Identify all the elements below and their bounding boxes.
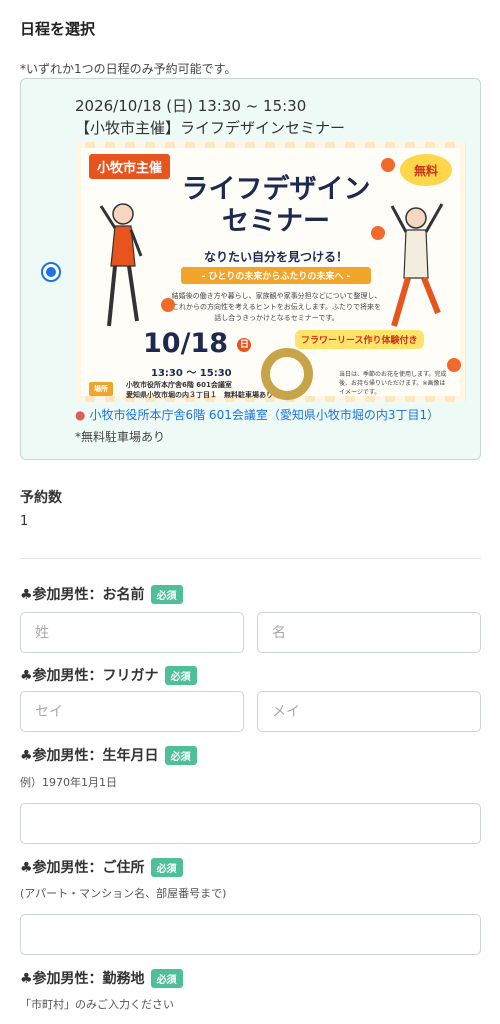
birthdate-input[interactable] <box>20 803 481 844</box>
required-badge: 必須 <box>164 745 197 765</box>
man-illustration <box>390 203 444 327</box>
kana-label: ♣参加男性：フリガナ 必須 <box>20 665 197 685</box>
schedule-option-card[interactable]: 2026/10/18 (日) 13:30 ~ 15:30 【小牧市主催】ライフデ… <box>20 78 481 460</box>
banner-headline-line1: ライフデザイン <box>181 174 371 205</box>
banner-day-badge: 日 <box>237 337 252 352</box>
banner-inner: 小牧市主催 無料 ライフデザイン セミナー なりたい自分を見つける！ - ひとり… <box>81 148 461 400</box>
last-name-kana-input[interactable] <box>20 691 244 732</box>
workplace-hint: 「市町村」のみご入力ください <box>20 998 174 1011</box>
banner-headline-line2: セミナー <box>222 206 330 237</box>
location-pin-icon: ● <box>75 408 86 422</box>
required-badge: 必須 <box>150 968 183 988</box>
required-badge: 必須 <box>164 665 197 685</box>
banner-headline: ライフデザイン セミナー <box>151 174 401 238</box>
banner-free-badge: 無料 <box>400 154 452 186</box>
banner-tagline: なりたい自分を見つける！ <box>203 250 348 264</box>
address-hint: (アパート・マンション名、部屋番号まで) <box>20 887 227 900</box>
address-input[interactable] <box>20 914 481 955</box>
quantity-value: 1 <box>20 514 29 529</box>
address-label: ♣参加男性：ご住所 必須 <box>20 857 183 877</box>
location-text: 小牧市役所本庁舎6階 601会議室（愛知県小牧市堀の内3丁目1） <box>89 408 440 422</box>
address-label-text: ♣参加男性：ご住所 <box>20 860 145 876</box>
workplace-label: ♣参加男性：勤務地 必須 <box>20 968 183 988</box>
blossom-decoration <box>161 298 175 312</box>
birthdate-label: ♣参加男性：生年月日 必須 <box>20 745 197 765</box>
schedule-title: 【小牧市主催】ライフデザインセミナー <box>75 119 346 137</box>
workplace-label-text: ♣参加男性：勤務地 <box>20 971 145 987</box>
banner-workshop-note: 当日は、季節のお花を使用します。完成後、お持ち帰りいただけます。※画像はイメージ… <box>339 371 447 396</box>
banner-time: 13:30 ～ 15:30 <box>151 368 232 379</box>
banner-subtagline: - ひとりの未来からふたりの未来へ - <box>181 267 371 284</box>
seminar-banner-image: 小牧市主催 無料 ライフデザイン セミナー なりたい自分を見つける！ - ひとり… <box>75 142 466 402</box>
banner-date-text: 10/18 <box>143 328 229 359</box>
banner-date: 10/18 日 <box>143 328 252 359</box>
quantity-label: 予約数 <box>20 490 62 506</box>
name-label: ♣参加男性：お名前 必須 <box>20 584 183 604</box>
first-name-kana-input[interactable] <box>257 691 481 732</box>
banner-description: 結婚後の働き方や暮らし、家族観や家事分担などについて整理し、これからの方向性を考… <box>171 292 382 322</box>
schedule-note: *いずれか1つの日程のみ予約可能です。 <box>20 62 237 76</box>
first-name-input[interactable] <box>257 612 481 653</box>
banner-place-line2: 愛知県小牧市堀の内３丁目１ 無料駐車場あり <box>126 391 273 399</box>
schedule-datetime: 2026/10/18 (日) 13:30 ~ 15:30 <box>75 97 307 115</box>
banner-place: 小牧市役所本庁舎6階 601会議室 愛知県小牧市堀の内３丁目１ 無料駐車場あり <box>126 380 273 400</box>
section-divider <box>20 558 481 559</box>
reservation-form-page: 日程を選択 *いずれか1つの日程のみ予約可能です。 2026/10/18 (日)… <box>0 0 500 1024</box>
kana-label-text: ♣参加男性：フリガナ <box>20 668 159 684</box>
required-badge: 必須 <box>150 857 183 877</box>
name-label-text: ♣参加男性：お名前 <box>20 587 145 603</box>
blossom-decoration <box>371 226 385 240</box>
woman-illustration <box>99 203 143 327</box>
banner-place-label: 場所 <box>89 382 113 396</box>
banner-place-line1: 小牧市役所本庁舎6階 601会議室 <box>126 381 232 389</box>
parking-note: *無料駐車場あり <box>75 430 166 444</box>
required-badge: 必須 <box>150 584 183 604</box>
birthdate-label-text: ♣参加男性：生年月日 <box>20 748 159 764</box>
schedule-radio-selected[interactable] <box>41 262 61 282</box>
blossom-decoration <box>447 358 461 372</box>
wreath-illustration <box>261 348 313 400</box>
schedule-heading: 日程を選択 <box>20 20 96 38</box>
blossom-decoration <box>381 158 395 172</box>
last-name-input[interactable] <box>20 612 244 653</box>
birthdate-hint: 例）1970年1月1日 <box>20 776 117 789</box>
location-link[interactable]: ● 小牧市役所本庁舎6階 601会議室（愛知県小牧市堀の内3丁目1） <box>75 406 439 423</box>
